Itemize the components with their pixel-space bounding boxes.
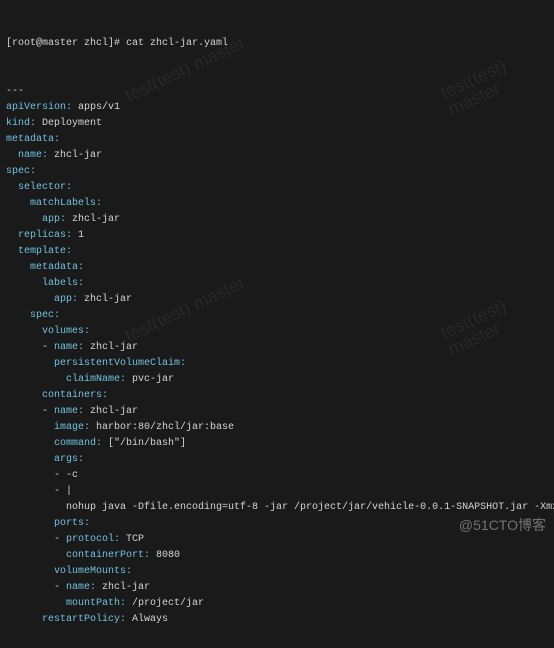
yaml-line: labels:	[6, 276, 548, 292]
yaml-line: nohup java -Dfile.encoding=utf-8 -jar /p…	[6, 500, 548, 516]
site-badge: @51CTO博客	[459, 515, 546, 535]
yaml-line: spec:	[6, 164, 548, 180]
yaml-line: volumeMounts:	[6, 564, 548, 580]
yaml-line: app: zhcl-jar	[6, 212, 548, 228]
yaml-line: apiVersion: apps/v1	[6, 100, 548, 116]
yaml-line: claimName: pvc-jar	[6, 372, 548, 388]
yaml-line: - |	[6, 484, 548, 500]
yaml-line: ---	[6, 84, 548, 100]
yaml-line: metadata:	[6, 260, 548, 276]
terminal-output: [root@master zhcl]# cat zhcl-jar.yaml --…	[0, 0, 554, 648]
yaml-line: kind: Deployment	[6, 116, 548, 132]
yaml-line: command: ["/bin/bash"]	[6, 436, 548, 452]
yaml-line: - -c	[6, 468, 548, 484]
yaml-line: args:	[6, 452, 548, 468]
yaml-line: - name: zhcl-jar	[6, 580, 548, 596]
yaml-line: replicas: 1	[6, 228, 548, 244]
yaml-line: persistentVolumeClaim:	[6, 356, 548, 372]
yaml-line: containerPort: 8080	[6, 548, 548, 564]
yaml-line: selector:	[6, 180, 548, 196]
yaml-line: restartPolicy: Always	[6, 612, 548, 628]
yaml-content: ---apiVersion: apps/v1kind: Deploymentme…	[6, 84, 548, 628]
yaml-line: - name: zhcl-jar	[6, 404, 548, 420]
yaml-line: mountPath: /project/jar	[6, 596, 548, 612]
yaml-line: matchLabels:	[6, 196, 548, 212]
yaml-line: volumes:	[6, 324, 548, 340]
shell-prompt: [root@master zhcl]# cat zhcl-jar.yaml	[6, 36, 548, 52]
yaml-line: spec:	[6, 308, 548, 324]
yaml-line: metadata:	[6, 132, 548, 148]
yaml-line: containers:	[6, 388, 548, 404]
yaml-line: name: zhcl-jar	[6, 148, 548, 164]
yaml-line: template:	[6, 244, 548, 260]
yaml-line: image: harbor:80/zhcl/jar:base	[6, 420, 548, 436]
yaml-line: app: zhcl-jar	[6, 292, 548, 308]
yaml-line: - name: zhcl-jar	[6, 340, 548, 356]
